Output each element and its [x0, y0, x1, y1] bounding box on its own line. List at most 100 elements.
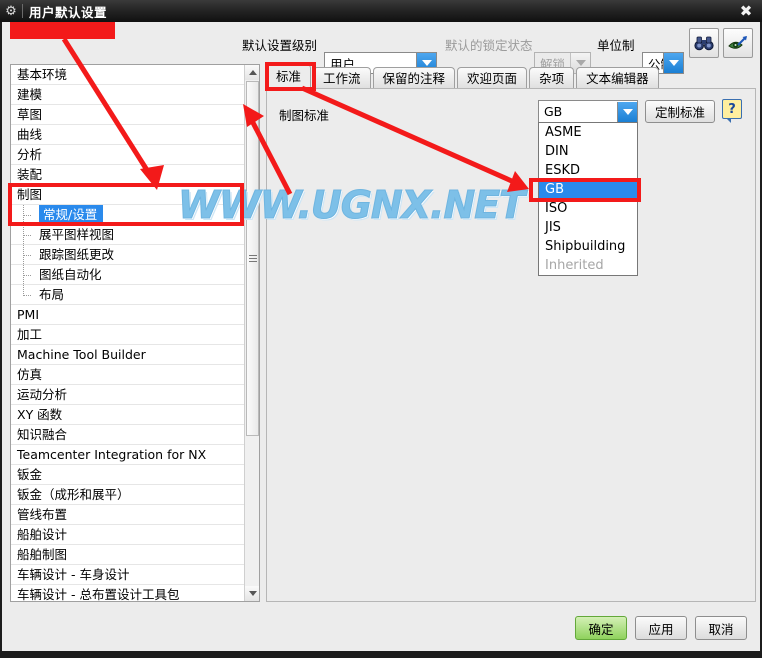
tree-item-label: 布局: [39, 287, 65, 302]
tree-item-label: PMI: [17, 307, 40, 322]
default-level-label: 默认设置级别: [242, 38, 318, 53]
tab-5[interactable]: 文本编辑器: [576, 67, 659, 89]
tree-item-11[interactable]: 布局: [11, 285, 245, 305]
title-bar: ⚙ 用户默认设置 ✖: [0, 0, 762, 22]
tree-item-17[interactable]: XY 函数: [11, 405, 245, 425]
tree-item-15[interactable]: 仿真: [11, 365, 245, 385]
tree-item-label: 跟踪图纸更改: [39, 247, 115, 262]
binoculars-icon[interactable]: [689, 28, 719, 58]
close-icon[interactable]: ✖: [732, 1, 760, 21]
tree-item-label: 钣金: [17, 467, 43, 482]
tree-item-label: 加工: [17, 327, 43, 342]
tree-item-26[interactable]: 车辆设计 - 总布置设计工具包: [11, 585, 245, 602]
tree-item-12[interactable]: PMI: [11, 305, 245, 325]
tree-item-label: 常规/设置: [39, 205, 104, 225]
settings-toolbar: 默认设置级别 用户 默认的锁定状态 解锁 单位制 公制: [2, 22, 760, 74]
drafting-standard-label: 制图标准: [279, 108, 330, 123]
scroll-down-icon[interactable]: [245, 586, 259, 601]
eye-arrow-glyph: [728, 36, 747, 49]
tree-item-16[interactable]: 运动分析: [11, 385, 245, 405]
tree-item-label: 船舶设计: [17, 527, 68, 542]
tree-item-13[interactable]: 加工: [11, 325, 245, 345]
tree-item-9[interactable]: 跟踪图纸更改: [11, 245, 245, 265]
tree-item-1[interactable]: 建模: [11, 85, 245, 105]
units-label: 单位制: [597, 38, 635, 53]
binoculars-glyph: [694, 36, 714, 51]
tree-item-6[interactable]: 制图: [11, 185, 245, 205]
tree-item-label: Machine Tool Builder: [17, 347, 146, 362]
dropdown-option-6[interactable]: Shipbuilding: [539, 237, 637, 256]
dropdown-option-2[interactable]: ESKD: [539, 161, 637, 180]
tree-item-label: 图纸自动化: [39, 267, 102, 282]
dropdown-option-5[interactable]: JIS: [539, 218, 637, 237]
title-separator: [22, 4, 23, 18]
tab-3[interactable]: 欢迎页面: [457, 67, 528, 89]
ok-button[interactable]: 确定: [575, 616, 627, 640]
tree-item-label: 草图: [17, 107, 43, 122]
dropdown-option-1[interactable]: DIN: [539, 142, 637, 161]
standard-settings-pane: 制图标准 GB 定制标准 ? ASME DIN ESKD GB ISO JIS Shipbu…: [266, 88, 756, 602]
tree-item-label: 钣金（成形和展平）: [17, 487, 130, 502]
drafting-standard-value: GB: [544, 104, 563, 119]
dropdown-option-7[interactable]: Inherited: [539, 256, 637, 275]
tree-item-20[interactable]: 钣金: [11, 465, 245, 485]
tree-item-25[interactable]: 车辆设计 - 车身设计: [11, 565, 245, 585]
gear-icon: ⚙: [5, 3, 17, 19]
dropdown-option-3[interactable]: GB: [539, 180, 637, 199]
category-tree-panel: 基本环境建模草图曲线分析装配制图常规/设置 展平图样视图跟踪图纸更改 图纸自动化布局…: [10, 64, 260, 602]
tree-item-2[interactable]: 草图: [11, 105, 245, 125]
tab-bar[interactable]: 标准 工作流 保留的注释 欢迎页面 杂项 文本编辑器: [266, 64, 758, 89]
tree-item-label: 车辆设计 - 车身设计: [17, 567, 130, 582]
dropdown-option-0[interactable]: ASME: [539, 123, 637, 142]
tree-item-label: 仿真: [17, 367, 43, 382]
tree-item-24[interactable]: 船舶制图: [11, 545, 245, 565]
tab-0[interactable]: 标准: [266, 64, 312, 89]
apply-button[interactable]: 应用: [635, 616, 687, 640]
tree-item-22[interactable]: 管线布置: [11, 505, 245, 525]
tree-item-5[interactable]: 装配: [11, 165, 245, 185]
tree-item-label: 建模: [17, 87, 43, 102]
scroll-up-icon[interactable]: [245, 65, 259, 80]
tree-item-21[interactable]: 钣金（成形和展平）: [11, 485, 245, 505]
drafting-standard-dropdown[interactable]: ASME DIN ESKD GB ISO JIS Shipbuilding Inherited: [538, 122, 638, 276]
default-lock-label: 默认的锁定状态: [445, 38, 533, 53]
tree-item-label: 基本环境: [17, 67, 68, 82]
tab-1[interactable]: 工作流: [313, 67, 371, 89]
tree-item-23[interactable]: 船舶设计: [11, 525, 245, 545]
scrollbar-thumb[interactable]: [246, 81, 259, 436]
tree-item-14[interactable]: Machine Tool Builder: [11, 345, 245, 365]
tree-scrollbar[interactable]: [244, 65, 259, 601]
tree-item-7[interactable]: 常规/设置: [11, 205, 245, 225]
tree-item-19[interactable]: Teamcenter Integration for NX: [11, 445, 245, 465]
dropdown-option-4[interactable]: ISO: [539, 199, 637, 218]
eye-arrow-icon[interactable]: [723, 28, 753, 58]
tree-item-18[interactable]: 知识融合: [11, 425, 245, 445]
dialog-button-bar: 确定 应用 取消: [2, 616, 760, 642]
tree-item-label: 装配: [17, 167, 43, 182]
tree-item-10[interactable]: 图纸自动化: [11, 265, 245, 285]
tree-item-label: Teamcenter Integration for NX: [17, 447, 207, 462]
tree-item-label: 知识融合: [17, 427, 68, 442]
tree-item-label: 车辆设计 - 总布置设计工具包: [17, 587, 180, 602]
tree-item-0[interactable]: 基本环境: [11, 65, 245, 85]
window-title: 用户默认设置: [29, 4, 108, 20]
tab-4[interactable]: 杂项: [529, 67, 575, 89]
tree-item-label: 制图: [17, 187, 43, 202]
chevron-down-icon-standard[interactable]: [617, 101, 637, 122]
tree-item-label: 管线布置: [17, 507, 68, 522]
category-tree[interactable]: 基本环境建模草图曲线分析装配制图常规/设置 展平图样视图跟踪图纸更改 图纸自动化布局…: [11, 65, 245, 601]
cancel-button[interactable]: 取消: [695, 616, 747, 640]
user-defaults-dialog: ⚙ 用户默认设置 ✖ 默认设置级别 用户 默认的锁定状态 解锁 单位制 公制: [0, 0, 762, 658]
tree-item-4[interactable]: 分析: [11, 145, 245, 165]
tab-2[interactable]: 保留的注释: [372, 67, 456, 89]
tree-item-label: 曲线: [17, 127, 43, 142]
tree-item-label: 运动分析: [17, 387, 68, 402]
tree-item-label: 船舶制图: [17, 547, 68, 562]
custom-standard-button[interactable]: 定制标准: [645, 100, 715, 123]
tree-item-3[interactable]: 曲线: [11, 125, 245, 145]
tree-item-8[interactable]: 展平图样视图: [11, 225, 245, 245]
scrollbar-grip-icon: [248, 255, 257, 262]
help-icon[interactable]: ?: [722, 99, 742, 123]
drafting-standard-combo[interactable]: GB: [538, 100, 638, 123]
tree-item-label: 分析: [17, 147, 43, 162]
